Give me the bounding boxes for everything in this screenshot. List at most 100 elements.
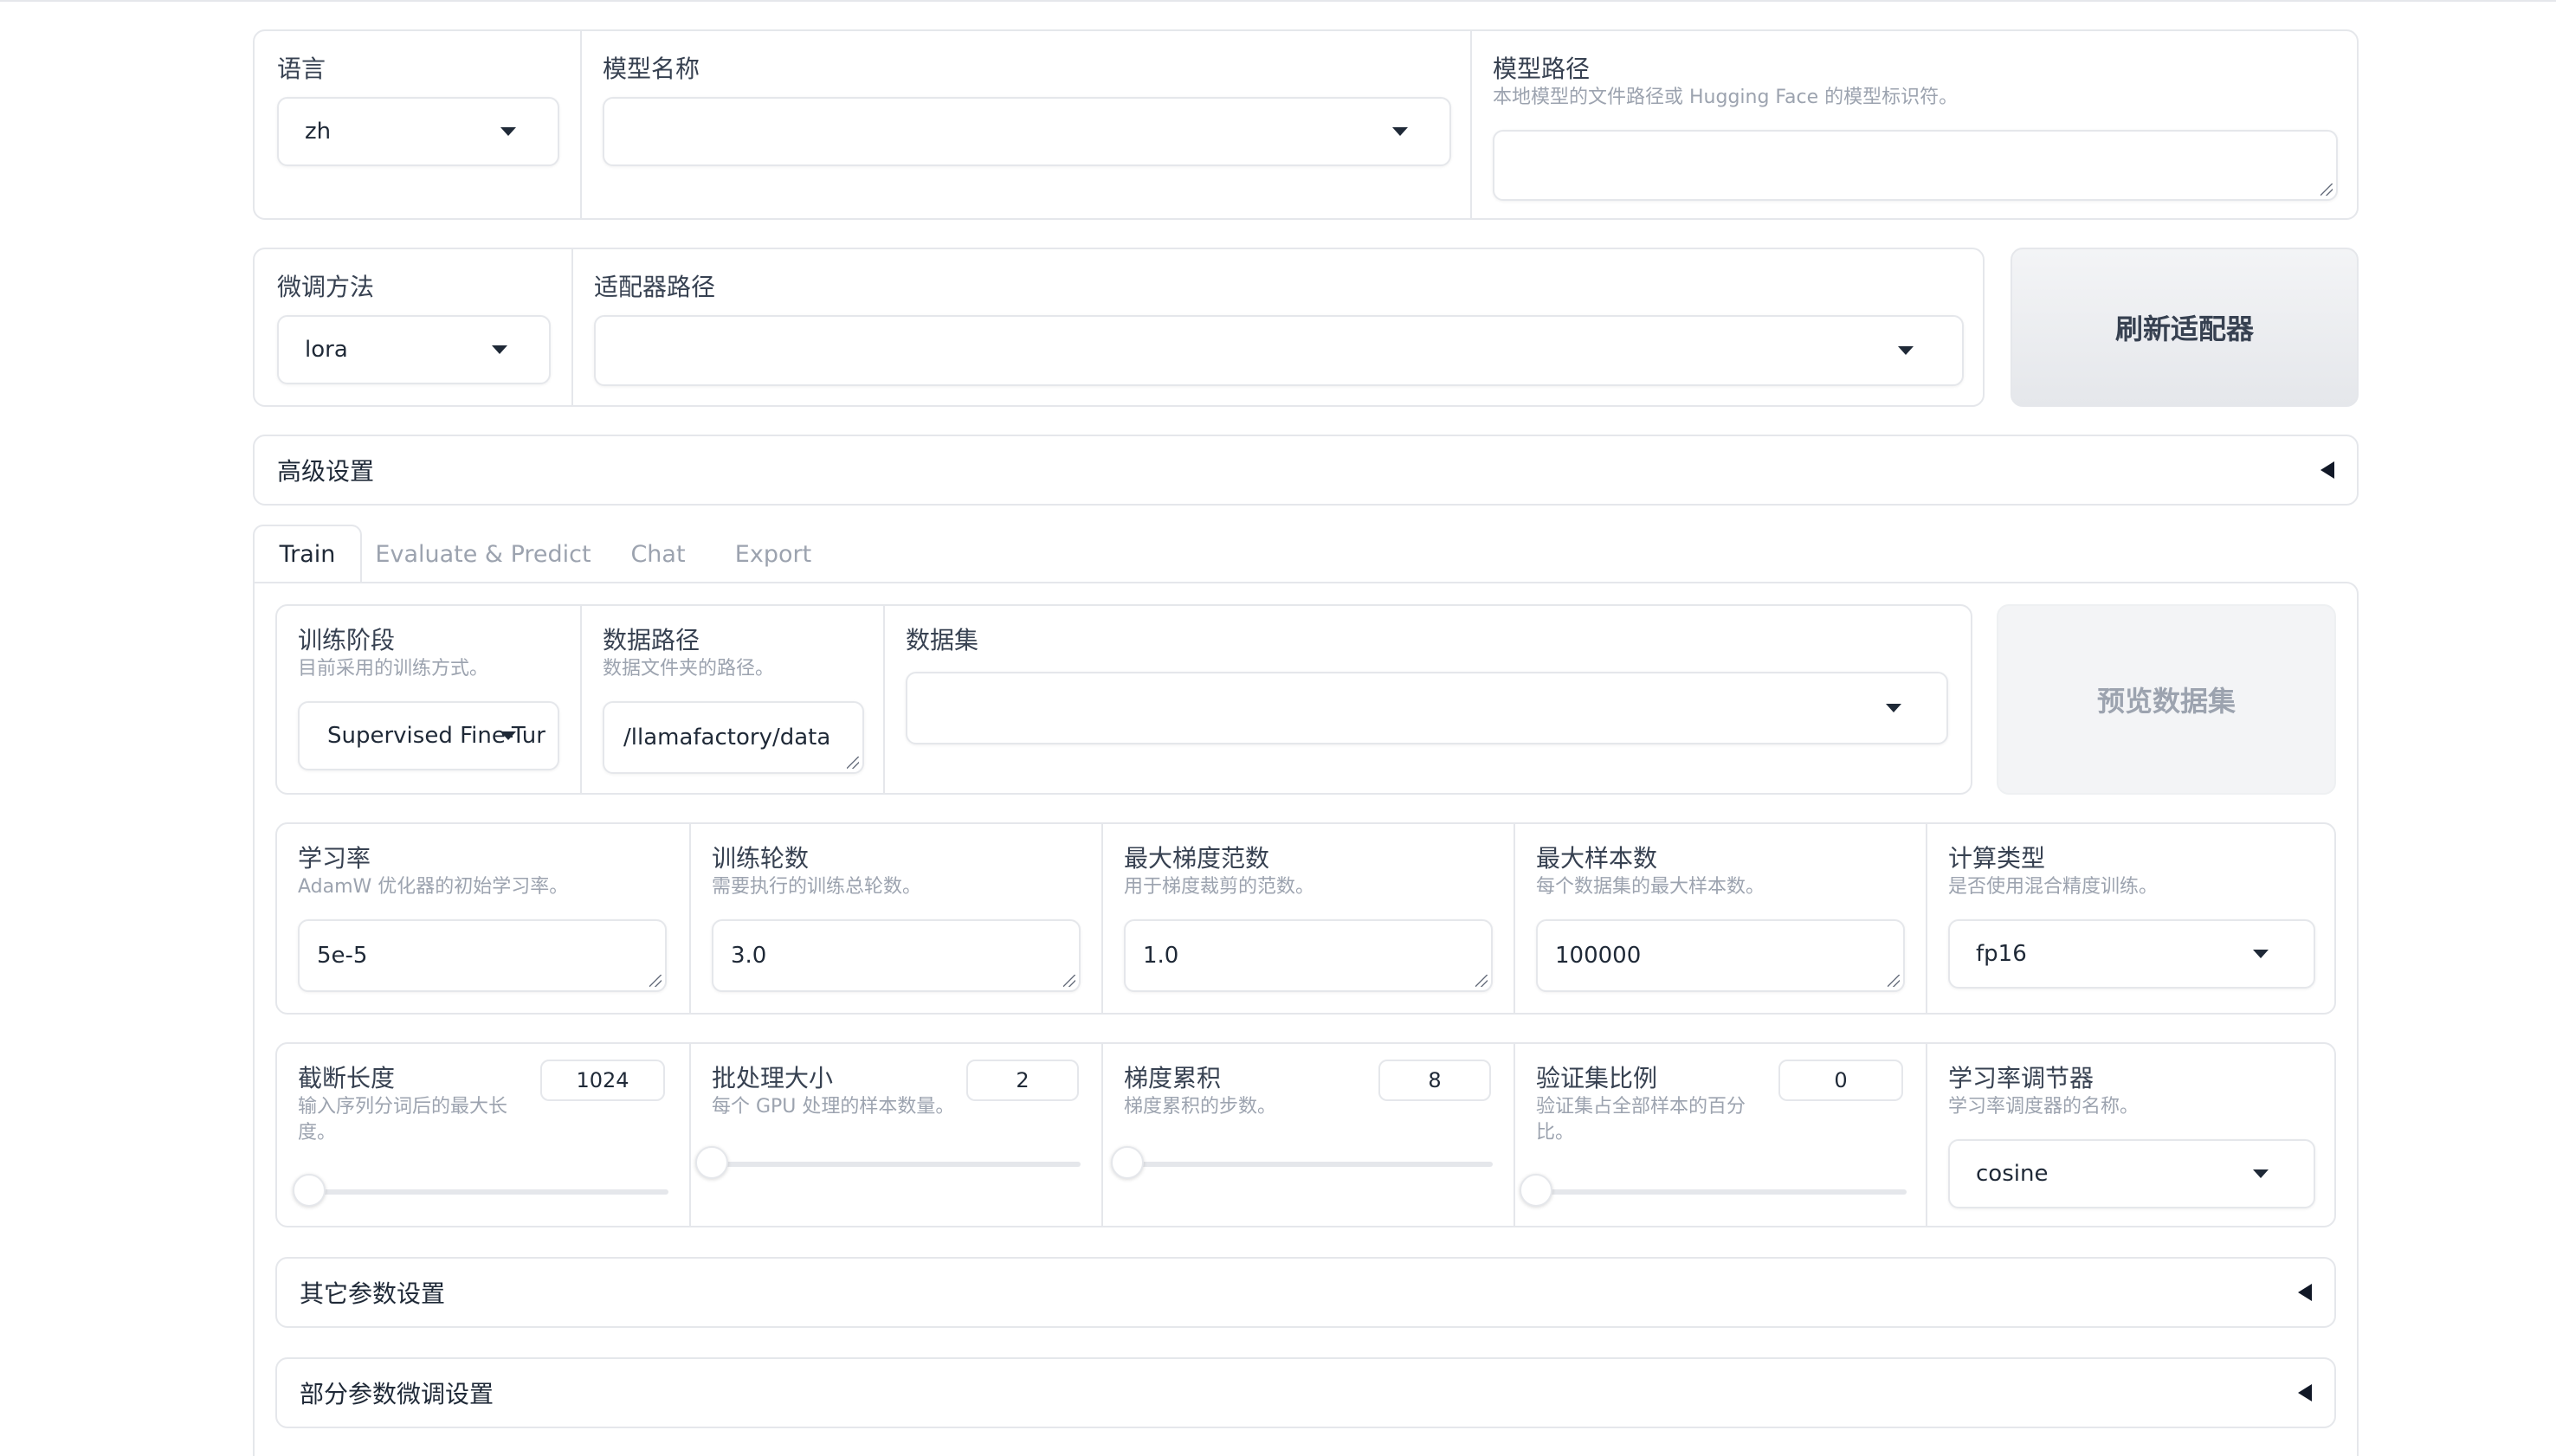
resize-handle-icon[interactable] [2320,184,2333,196]
model-path-cell: 模型路径 本地模型的文件路径或 Hugging Face 的模型标识符。 [1470,31,2357,218]
cutoff-len-slider[interactable] [292,1174,668,1207]
resize-handle-icon[interactable] [1063,975,1075,987]
adapter-select[interactable] [594,315,1964,386]
epochs-input[interactable]: 3.0 [712,919,1081,992]
max-samples-cell: 最大样本数 每个数据集的最大样本数。 100000 [1514,824,1926,1013]
learning-rate-cell: 学习率 AdamW 优化器的初始学习率。 5e-5 [277,824,689,1013]
epochs-label: 训练轮数 [712,844,810,873]
dataset-label: 数据集 [906,626,979,654]
cutoff-len-thumb[interactable] [292,1174,326,1207]
refresh-adapter-button[interactable]: 刷新适配器 [2011,248,2359,407]
max-samples-input[interactable]: 100000 [1536,919,1905,992]
lr-scheduler-label: 学习率调节器 [1948,1064,2094,1092]
batch-size-info: 每个 GPU 处理的样本数量。 [712,1096,955,1118]
data-dir-info: 数据文件夹的路径。 [603,658,775,680]
partial-params-title: 部分参数微调设置 [300,1380,494,1408]
compute-type-cell: 计算类型 是否使用混合精度训练。 fp16 [1926,824,2334,1013]
epochs-info: 需要执行的训练总轮数。 [712,876,922,898]
lr-scheduler-select[interactable]: cosine [1948,1139,2315,1208]
max-grad-norm-label: 最大梯度范数 [1124,844,1270,873]
epochs-cell: 训练轮数 需要执行的训练总轮数。 3.0 [689,824,1101,1013]
stage-select[interactable]: Supervised Fine-Tur [298,701,559,770]
resize-handle-icon[interactable] [1888,975,1900,987]
compute-type-select[interactable]: fp16 [1948,919,2315,989]
tab-evaluate-predict[interactable]: Evaluate & Predict [374,525,592,583]
max-samples-info: 每个数据集的最大样本数。 [1536,876,1765,898]
collapse-arrow-icon [2320,461,2334,479]
training-params-panel: 学习率 AdamW 优化器的初始学习率。 5e-5 训练轮数 需要执行的训练总轮… [275,822,2336,1015]
batch-size-thumb[interactable] [695,1146,728,1179]
grad-accum-info: 梯度累积的步数。 [1124,1096,1277,1118]
tab-train[interactable]: Train [253,525,362,583]
advanced-settings-accordion[interactable]: 高级设置 [253,435,2359,506]
stage-label: 训练阶段 [298,626,396,654]
data-dir-cell: 数据路径 数据文件夹的路径。 /llamafactory/data [580,606,883,793]
resize-handle-icon[interactable] [847,757,859,769]
model-path-input[interactable] [1493,130,2338,201]
max-grad-norm-input[interactable]: 1.0 [1124,919,1493,992]
language-select[interactable]: zh [277,97,559,166]
adapter-cell: 适配器路径 [571,249,1983,405]
top-divider [0,0,2556,2]
val-size-info: 验证集占全部样本的百分比。 [1536,1096,1746,1144]
dataset-panel: 训练阶段 目前采用的训练方式。 Supervised Fine-Tur 数据路径… [275,604,1972,795]
model-name-select[interactable] [603,97,1451,166]
cutoff-len-number[interactable]: 1024 [540,1060,665,1101]
batch-size-number[interactable]: 2 [966,1060,1079,1101]
val-size-cell: 验证集比例 验证集占全部样本的百分比。 0 [1514,1044,1926,1226]
grad-accum-thumb[interactable] [1111,1146,1145,1179]
compute-type-label: 计算类型 [1948,844,2046,873]
chevron-down-icon [500,127,516,136]
grad-accum-slider[interactable] [1111,1146,1493,1179]
collapse-arrow-icon [2298,1384,2312,1401]
chevron-down-icon [2253,1169,2269,1178]
model-config-panel: 语言 zh 模型名称 模型路径 本地模型的文件路径或 Hugging Face … [253,29,2359,220]
cutoff-len-cell: 截断长度 输入序列分词后的最大长度。 1024 [277,1044,689,1226]
finetune-cell: 微调方法 lora [255,249,571,405]
chevron-down-icon [1392,127,1408,136]
language-label: 语言 [277,55,326,83]
other-params-title: 其它参数设置 [300,1279,446,1308]
model-path-label: 模型路径 [1493,55,1591,83]
max-grad-norm-info: 用于梯度裁剪的范数。 [1124,876,1315,898]
cutoff-len-info: 输入序列分词后的最大长度。 [298,1096,508,1144]
val-size-slider[interactable] [1520,1174,1907,1207]
max-samples-label: 最大样本数 [1536,844,1658,873]
preview-dataset-button[interactable]: 预览数据集 [1997,604,2336,795]
model-name-label: 模型名称 [603,55,700,83]
batch-size-slider[interactable] [695,1146,1081,1179]
learning-rate-input[interactable]: 5e-5 [298,919,667,992]
val-size-thumb[interactable] [1520,1174,1552,1207]
tab-export[interactable]: Export [722,525,824,583]
language-cell: 语言 zh [255,31,580,218]
data-dir-value: /llamafactory/data [623,725,831,751]
tab-chat[interactable]: Chat [615,525,701,583]
val-size-label: 验证集比例 [1536,1064,1658,1092]
dataset-select[interactable] [906,672,1948,744]
learning-rate-label: 学习率 [298,844,371,873]
slider-params-panel: 截断长度 输入序列分词后的最大长度。 1024 批处理大小 每个 GPU 处理的… [275,1042,2336,1227]
val-size-number[interactable]: 0 [1778,1060,1903,1101]
grad-accum-cell: 梯度累积 梯度累积的步数。 8 [1101,1044,1514,1226]
finetune-select[interactable]: lora [277,315,551,384]
learning-rate-value: 5e-5 [317,943,368,969]
resize-handle-icon[interactable] [1475,975,1488,987]
partial-params-accordion[interactable]: 部分参数微调设置 [275,1357,2336,1428]
compute-type-info: 是否使用混合精度训练。 [1948,876,2159,898]
finetune-label: 微调方法 [277,273,375,301]
chevron-down-icon [2253,950,2269,958]
batch-size-label: 批处理大小 [712,1064,834,1092]
max-grad-norm-value: 1.0 [1143,943,1179,969]
chevron-down-icon [500,731,516,740]
adapter-panel: 微调方法 lora 适配器路径 [253,248,1985,407]
data-dir-input[interactable]: /llamafactory/data [603,701,864,774]
other-params-accordion[interactable]: 其它参数设置 [275,1257,2336,1328]
chevron-down-icon [1886,704,1901,712]
grad-accum-number[interactable]: 8 [1378,1060,1491,1101]
grad-accum-label: 梯度累积 [1124,1064,1222,1092]
lr-scheduler-info: 学习率调度器的名称。 [1948,1096,2140,1118]
chevron-down-icon [492,345,507,354]
resize-handle-icon[interactable] [649,975,662,987]
max-grad-norm-cell: 最大梯度范数 用于梯度裁剪的范数。 1.0 [1101,824,1514,1013]
model-name-cell: 模型名称 [580,31,1470,218]
